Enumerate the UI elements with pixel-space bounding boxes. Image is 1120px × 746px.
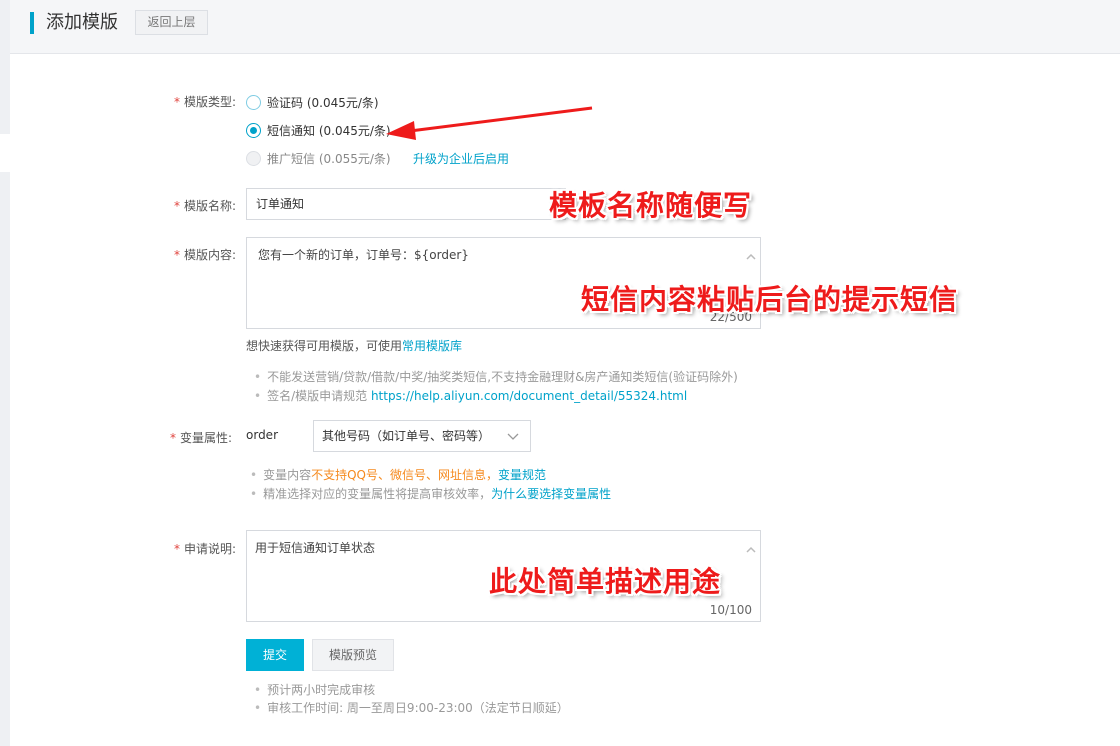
preview-button[interactable]: 模版预览 (312, 639, 394, 671)
variable-spec-link[interactable]: 变量规范 (498, 468, 546, 482)
common-template-library-link[interactable]: 常用模版库 (402, 339, 462, 353)
radio-promotion-sms: 推广短信 (0.055元/条) (246, 150, 391, 167)
template-name-label: * 模版名称: (173, 199, 236, 213)
radio-label: 推广短信 (0.055元/条) (267, 152, 391, 166)
radio-verification-code[interactable]: 验证码 (0.045元/条) (246, 94, 379, 111)
radio-icon (246, 95, 261, 110)
variable-hint-2: • 精准选择对应的变量属性将提高审核效率，为什么要选择变量属性 (250, 487, 612, 501)
description-label: * 申请说明: (173, 542, 236, 556)
chevron-down-icon (507, 433, 519, 440)
scroll-up-icon[interactable] (746, 252, 756, 262)
variable-label: * 变量属性: (169, 431, 232, 445)
quick-template-hint: 想快速获得可用模版，可使用常用模版库 (246, 337, 462, 354)
quick-hint-text: 想快速获得可用模版，可使用 (246, 339, 403, 353)
left-strip (0, 0, 10, 746)
required-star: * (173, 95, 180, 109)
submit-button[interactable]: 提交 (246, 639, 304, 671)
page-header: 添加模版 返回上层 (10, 0, 1120, 54)
rule-hint-2: • 签名/模版申请规范 https://help.aliyun.com/docum… (254, 389, 688, 403)
title-accent-bar (30, 12, 34, 34)
radio-label: 验证码 (0.045元/条) (267, 96, 379, 110)
radio-checked-icon (246, 123, 261, 138)
required-star: * (173, 248, 180, 262)
spec-doc-link[interactable]: https://help.aliyun.com/document_detail/… (371, 389, 687, 403)
footer-hint-1: • 预计两小时完成审核 (254, 683, 376, 697)
template-name-input[interactable]: 订单通知 (246, 188, 566, 220)
upgrade-link[interactable]: 升级为企业后启用 (413, 150, 509, 167)
template-content-label: * 模版内容: (173, 248, 236, 262)
footer-hint-2: • 审核工作时间: 周一至周日9:00-23:00（法定节日顺延） (254, 701, 569, 715)
description-counter: 10/100 (709, 603, 752, 617)
arrow-annotation-icon (386, 106, 593, 140)
radio-label: 短信通知 (0.045元/条) (267, 124, 391, 138)
required-star: * (173, 542, 180, 556)
variable-hint-1: • 变量内容不支持QQ号、微信号、网址信息，变量规范 (250, 468, 547, 482)
left-strip-gap (0, 134, 10, 172)
page-title: 添加模版 (46, 12, 118, 33)
variable-type-select[interactable]: 其他号码（如订单号、密码等） (313, 420, 531, 452)
radio-sms-notification[interactable]: 短信通知 (0.045元/条) (246, 122, 391, 139)
variable-type-selected: 其他号码（如订单号、密码等） (322, 429, 491, 443)
why-variable-link[interactable]: 为什么要选择变量属性 (491, 487, 611, 501)
radio-disabled-icon (246, 151, 261, 166)
annotation-content-note: 短信内容粘贴后台的提示短信 (581, 283, 959, 316)
annotation-name-note: 模板名称随便写 (549, 189, 753, 222)
required-star: * (173, 199, 180, 213)
variable-name: order (246, 428, 278, 442)
annotation-desc-note: 此处简单描述用途 (489, 565, 722, 598)
back-button[interactable]: 返回上层 (135, 10, 208, 35)
required-star: * (169, 431, 176, 445)
rule-hint-1: • 不能发送营销/贷款/借款/中奖/抽奖类短信,不支持金融理财&房产通知类短信(验… (254, 370, 738, 384)
template-content-text: 您有一个新的订单，订单号：${order} (258, 248, 469, 262)
template-type-label: * 模版类型: (173, 95, 236, 109)
scroll-up-icon[interactable] (746, 545, 756, 555)
description-text: 用于短信通知订单状态 (255, 541, 376, 555)
